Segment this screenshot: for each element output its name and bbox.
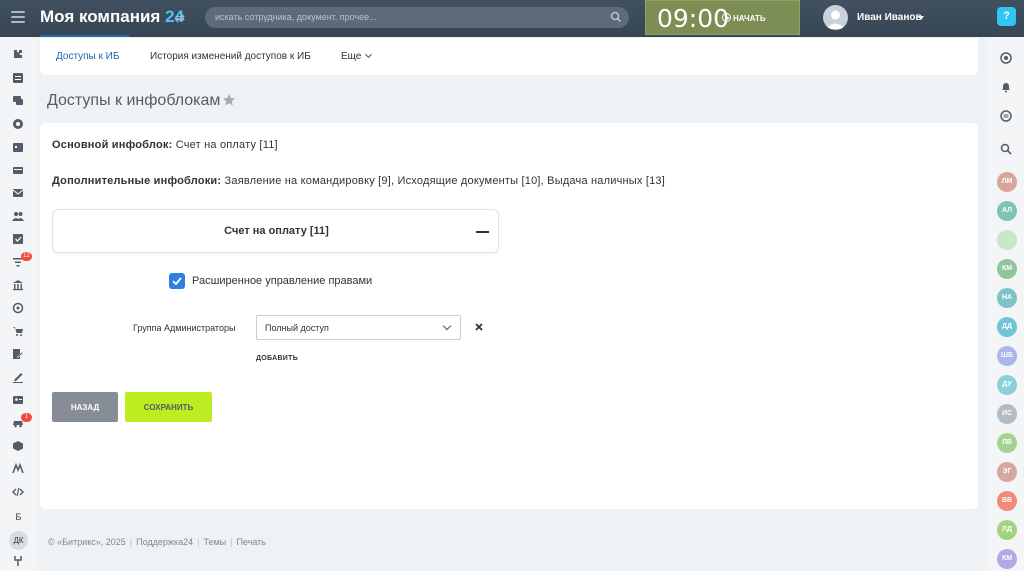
tab-access[interactable]: Доступы к ИБ [56,51,119,62]
crm-badge: 12 [21,252,32,261]
settings-icon[interactable] [12,555,24,567]
code-icon[interactable] [12,486,24,498]
user-silhouette-icon [826,10,845,29]
tab-more[interactable]: Еще [341,50,373,62]
feed-icon[interactable] [12,72,24,84]
clock-time: 09:00 [657,4,730,33]
contact-avatar[interactable]: НА [997,288,1017,308]
cart-icon[interactable] [12,325,24,337]
workday-clock[interactable]: 09:00 НАЧАТЬ [645,0,800,35]
contact-avatar[interactable]: ЛД [997,520,1017,540]
contact-avatar[interactable]: ЛВ [997,433,1017,453]
team-icon[interactable] [12,210,24,222]
accordion-title: Счет на оплату [11] [224,225,329,237]
main-iblock-label: Основной инфоблок: [52,139,173,151]
help-button[interactable]: ? [997,7,1016,26]
contact-avatar[interactable]: ШБ [997,346,1017,366]
messages-icon[interactable] [1000,110,1012,122]
calendar-icon[interactable] [12,141,24,153]
footer: © «Битрикс», 2025 | Поддержка24 | Темы | Печат… [48,537,266,547]
access-level-value: Полный доступ [265,323,329,333]
save-button[interactable]: СОХРАНИТЬ [125,392,212,422]
drive-icon[interactable] [12,164,24,176]
search-icon[interactable] [609,10,623,24]
footer-support-link[interactable]: Поддержка24 [136,537,193,547]
footer-separator: | [129,537,133,547]
start-label: НАЧАТЬ [733,14,766,23]
contact-avatar[interactable]: ДУ [997,375,1017,395]
chevron-down-icon [365,50,373,59]
top-bar: Моя компания 24 ⇄ 09:00 НАЧАТЬ Иван Иван… [0,0,1024,37]
right-sidebar: ЛМ АЛ КМ НА ДД ШБ ДУ ИС ЛВ ЭГ ВВ ЛД КМ [987,37,1024,571]
user-menu-caret-icon[interactable] [918,16,924,20]
play-icon [722,13,731,22]
chat-icon[interactable] [12,95,24,107]
market-icon[interactable] [12,463,24,475]
extended-rights-label[interactable]: Расширенное управление правами [192,275,372,287]
footer-separator: | [197,537,200,547]
sidebar-letter-b[interactable]: Б [0,512,37,522]
footer-copyright: © «Битрикс», 2025 [48,537,126,547]
search-icon[interactable] [1000,143,1012,155]
collapse-icon[interactable] [476,231,489,233]
tasks-icon[interactable] [12,233,24,245]
contacts-icon[interactable] [12,394,24,406]
company-name: Моя компания [40,7,161,26]
company-logo[interactable]: Моя компания 24 [40,7,184,27]
pen-icon[interactable] [12,371,24,383]
bell-icon[interactable] [1000,81,1012,93]
tab-history[interactable]: История изменений доступов к ИБ [150,51,311,62]
contact-avatar[interactable]: ДД [997,317,1017,337]
back-button[interactable]: НАЗАД [52,392,118,422]
footer-separator: | [230,537,233,547]
extended-rights-checkbox[interactable] [169,273,185,289]
extra-iblocks-row: Дополнительные инфоблоки: Заявление на к… [52,175,665,187]
footer-themes-link[interactable]: Темы [203,537,226,547]
contact-avatar[interactable]: ЛМ [997,172,1017,192]
search-input[interactable] [205,7,629,28]
add-link[interactable]: ДОБАВИТЬ [256,355,298,362]
target-icon[interactable] [12,302,24,314]
edit-doc-icon[interactable] [12,348,24,360]
group-label: Группа Администраторы [133,323,236,333]
sidebar-user-avatar[interactable]: ДК [9,531,28,550]
contact-avatar[interactable]: АЛ [997,201,1017,221]
menu-icon[interactable] [11,11,25,25]
iblock-accordion[interactable]: Счет на оплату [11] [52,209,499,253]
contact-avatar[interactable]: ЭГ [997,462,1017,482]
puzzle-icon[interactable] [12,48,24,60]
notification-badge: 1 [21,413,32,422]
swap-icon[interactable]: ⇄ [175,11,185,25]
tab-more-label: Еще [341,51,362,62]
contact-avatar[interactable]: ВВ [997,491,1017,511]
video-icon[interactable] [12,118,24,130]
active-tab-indicator [40,35,129,37]
user-name[interactable]: Иван Иванов [857,12,922,23]
user-avatar[interactable] [823,5,848,30]
copilot-icon[interactable] [1000,52,1012,64]
footer-print-link[interactable]: Печать [236,537,265,547]
close-icon[interactable] [474,322,484,332]
bank-icon[interactable] [12,279,24,291]
extra-iblocks-label: Дополнительные инфоблоки: [52,175,222,187]
contact-avatar[interactable]: КМ [997,259,1017,279]
mail-icon[interactable] [12,187,24,199]
box-icon[interactable] [12,440,24,452]
access-level-select[interactable]: Полный доступ [256,315,461,340]
tabs-bar: Доступы к ИБ История изменений доступов … [40,38,978,75]
contact-avatar[interactable]: КМ [997,549,1017,569]
left-sidebar: 12 1 Б ДК [0,37,37,571]
star-icon[interactable] [222,93,236,107]
page-title: Доступы к инфоблокам [47,92,221,109]
chevron-down-icon [442,321,452,331]
checkmark-icon [172,277,182,286]
start-workday-button[interactable]: НАЧАТЬ [722,13,766,23]
contact-avatar[interactable]: ИС [997,404,1017,424]
main-iblock-row: Основной инфоблок: Счет на оплату [11] [52,139,278,151]
main-card: Основной инфоблок: Счет на оплату [11] Д… [40,123,978,509]
main-iblock-value: Счет на оплату [11] [175,139,278,151]
extra-iblocks-value: Заявление на командировку [9], Исходящие… [224,175,665,187]
contact-avatar[interactable] [997,230,1017,250]
